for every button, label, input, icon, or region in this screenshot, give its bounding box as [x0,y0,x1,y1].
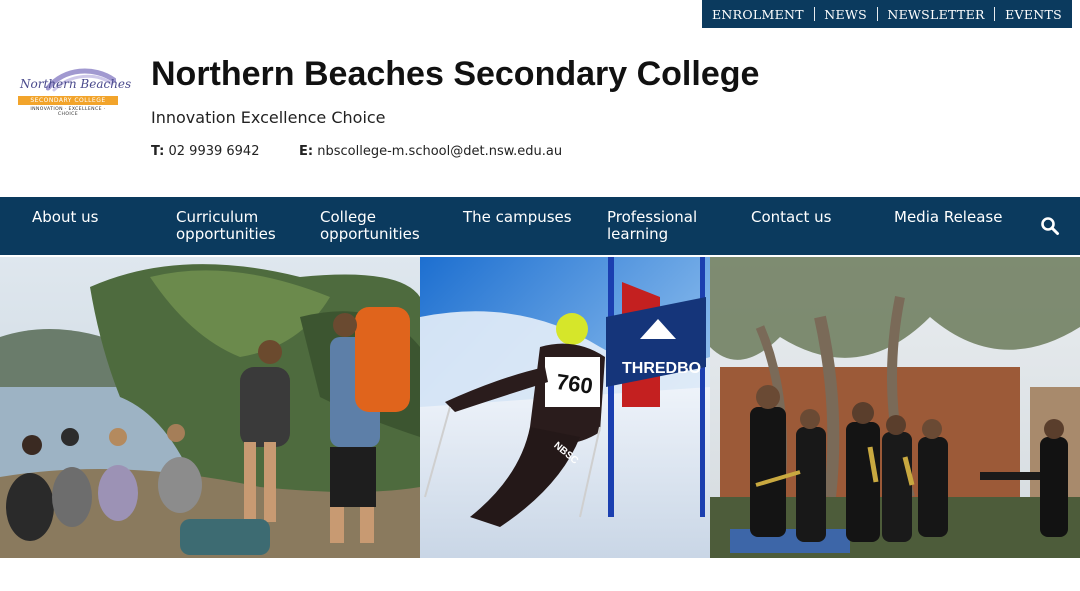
hero-banner: THREDBO 760 NBSC [0,257,1080,558]
nav-item-media-release[interactable]: Media Release [894,209,1002,226]
skier-photo: THREDBO 760 NBSC [420,257,710,558]
logo-tagline: INNOVATION · EXCELLENCE · CHOICE [30,107,106,117]
college-tagline: Innovation Excellence Choice [151,108,386,127]
nav-label: Media Release [894,208,1003,226]
email-label: E: [299,144,314,159]
hero-collage-image: THREDBO 760 NBSC [0,257,1080,558]
page-title: Northern Beaches Secondary College [151,55,760,93]
hikers-photo [0,257,420,558]
main-navigation: About us Curriculum opportunities Colleg… [0,197,1080,255]
phone-number: 02 9939 6942 [168,144,260,159]
nav-label: opportunities [320,225,420,243]
gate-banner-text: THREDBO [622,360,701,377]
nav-label: Contact us [751,208,832,226]
nav-label: The campuses [463,208,572,226]
nav-label: College [320,208,376,226]
divider [994,7,996,21]
nav-label: Curriculum [176,208,259,226]
nav-label: Professional [607,208,698,226]
top-link-news[interactable]: NEWS [824,7,867,22]
email-address[interactable]: nbscollege-m.school@det.nsw.edu.au [317,144,562,159]
nav-item-the-campuses[interactable]: The campuses [463,209,572,226]
nav-label: learning [607,225,669,243]
nav-item-college-opportunities[interactable]: College opportunities [320,209,420,243]
contact-email: E: nbscollege-m.school@det.nsw.edu.au [299,144,562,159]
college-logo[interactable]: Northern Beaches SECONDARY COLLEGE INNOV… [16,62,131,118]
top-link-enrolment[interactable]: ENROLMENT [712,7,804,22]
phone-label: T: [151,144,165,159]
top-link-events[interactable]: EVENTS [1005,7,1062,22]
nav-item-about-us[interactable]: About us [32,209,98,226]
bib-number: 760 [555,369,595,399]
nav-item-professional-learning[interactable]: Professional learning [607,209,697,243]
nav-item-curriculum-opportunities[interactable]: Curriculum opportunities [176,209,276,243]
search-icon[interactable] [1040,216,1060,236]
divider [813,7,815,21]
top-link-newsletter[interactable]: NEWSLETTER [887,7,984,22]
logo-band: SECONDARY COLLEGE [18,96,118,105]
band-photo [710,257,1080,558]
nav-label: About us [32,208,99,226]
top-utility-bar: ENROLMENT NEWS NEWSLETTER EVENTS [702,0,1072,28]
nav-item-contact-us[interactable]: Contact us [751,209,831,226]
logo-name: Northern Beaches [20,77,132,91]
contact-phone: T: 02 9939 6942 [151,144,259,159]
divider [876,7,878,21]
nav-label: opportunities [176,225,276,243]
